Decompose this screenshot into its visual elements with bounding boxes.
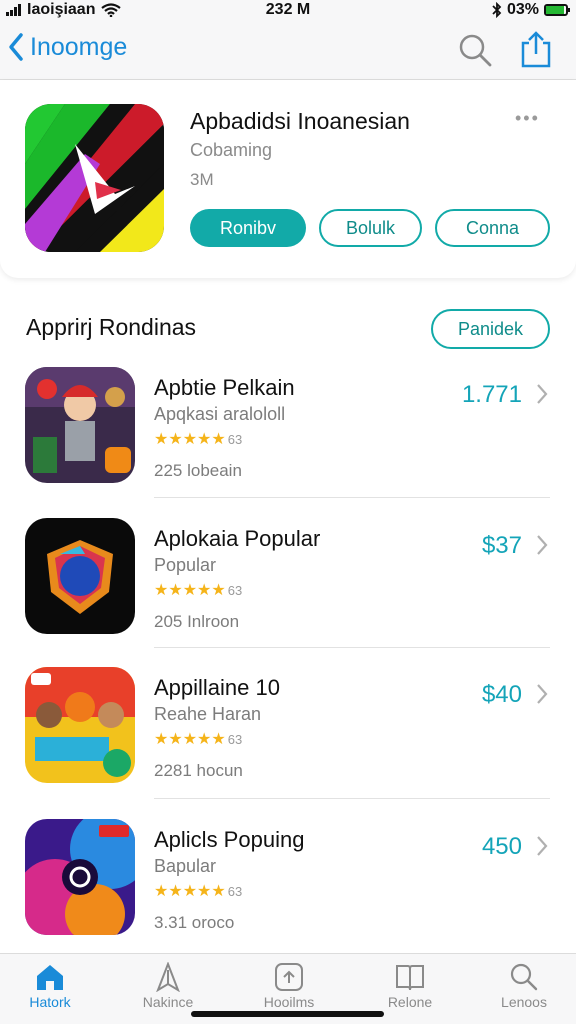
chevron-right-icon <box>537 384 548 404</box>
secondary-button[interactable]: Bolulk <box>319 209 422 247</box>
divider <box>154 798 550 799</box>
rating-count: 63 <box>227 432 243 447</box>
stars: ★★★★★ <box>154 883 226 900</box>
featured-app-icon[interactable] <box>25 104 164 252</box>
app-price: 450 <box>481 833 522 860</box>
tab-label: Lenoos <box>501 994 547 1010</box>
app-subtitle: Popular <box>154 555 217 575</box>
battery-percent: 03% <box>506 1 539 18</box>
list-item[interactable]: Apbtie Pelkain Apqkasi aralololl ★★★★★ 63… <box>0 367 576 517</box>
bluetooth-icon <box>492 2 502 18</box>
search-icon <box>510 963 538 991</box>
status-right: 03% <box>492 1 570 19</box>
tab-search[interactable]: Lenoos <box>476 962 572 1022</box>
see-all-button[interactable]: Panidek <box>431 309 550 349</box>
featured-app-size: 3M <box>190 170 214 189</box>
app-downloads: 225 lobeain <box>154 461 242 480</box>
star-rating: ★★★★★ 63 <box>154 881 242 901</box>
app-subtitle: Reahe Haran <box>154 704 262 724</box>
tab-label: Hatork <box>29 994 71 1010</box>
chevron-right-icon <box>537 684 548 704</box>
app-downloads: 3.31 oroco <box>154 913 235 932</box>
back-button[interactable]: Inoomge <box>8 32 127 62</box>
app-downloads: 2281 hocun <box>154 761 243 780</box>
app-price: 1.771 <box>461 381 522 408</box>
back-label: Inoomge <box>30 32 128 61</box>
list-item[interactable]: Appillaine 10 Reahe Haran ★★★★★ 63 2281 h… <box>0 667 576 817</box>
featured-app-category: Cobaming <box>190 140 273 160</box>
app-icon <box>25 367 135 483</box>
home-indicator <box>191 1011 384 1017</box>
apps-icon <box>275 963 303 991</box>
app-icon <box>25 518 135 634</box>
divider <box>154 647 550 648</box>
section-title: Apprirj Rondinas <box>26 314 197 340</box>
book-icon <box>396 965 424 991</box>
app-title: Aplokaia Popular <box>154 526 321 551</box>
nav-bar: Inoomge <box>0 22 576 80</box>
battery-icon <box>544 4 570 16</box>
more-options-icon[interactable]: ••• <box>515 108 540 129</box>
app-title: Aplicls Popuing <box>154 827 305 852</box>
status-bar: Iaoişiaan 232 M 03% <box>0 0 576 22</box>
battery-level <box>546 6 564 14</box>
featured-app-title: Apbadidsi Inoanesian <box>190 108 410 134</box>
app-icon <box>25 819 135 935</box>
rating-count: 63 <box>227 732 243 747</box>
featured-app-card: Apbadidsi Inoanesian Cobaming 3M ••• Ron… <box>0 80 576 278</box>
compass-icon <box>156 962 180 992</box>
app-icon <box>25 667 135 783</box>
tab-label: Relone <box>387 994 433 1010</box>
star-rating: ★★★★★ 63 <box>154 729 242 749</box>
star-rating: ★★★★★ 63 <box>154 429 242 449</box>
share-icon[interactable] <box>518 30 554 68</box>
list-item[interactable]: Aplicls Popuing Bapular ★★★★★ 63 3.31 oro… <box>0 819 576 969</box>
stars: ★★★★★ <box>154 731 226 748</box>
stars: ★★★★★ <box>154 582 226 599</box>
app-subtitle: Bapular <box>154 856 217 876</box>
tab-home[interactable]: Hatork <box>2 962 98 1022</box>
divider <box>154 497 550 498</box>
app-title: Apbtie Pelkain <box>154 375 295 400</box>
chevron-left-icon <box>9 33 23 61</box>
rating-count: 63 <box>227 884 243 899</box>
stars: ★★★★★ <box>154 431 226 448</box>
list-item[interactable]: Aplokaia Popular Popular ★★★★★ 63 205 Inl… <box>0 518 576 668</box>
app-title: Appillaine 10 <box>154 675 280 700</box>
tab-label: Nakince <box>142 994 194 1010</box>
app-price: $40 <box>481 681 522 708</box>
tertiary-button[interactable]: Conna <box>435 209 550 247</box>
chevron-right-icon <box>537 836 548 856</box>
chevron-right-icon <box>537 535 548 555</box>
rating-count: 63 <box>227 583 243 598</box>
tab-label: Hooilms <box>263 994 315 1010</box>
app-subtitle: Apqkasi aralololl <box>154 404 286 424</box>
get-button[interactable]: Ronibv <box>190 209 306 247</box>
app-downloads: 205 Inlroon <box>154 612 240 631</box>
status-time: 232 M <box>265 1 311 18</box>
search-icon[interactable] <box>457 32 493 68</box>
app-price: $37 <box>481 532 522 559</box>
home-icon <box>37 965 63 990</box>
star-rating: ★★★★★ 63 <box>154 580 242 600</box>
